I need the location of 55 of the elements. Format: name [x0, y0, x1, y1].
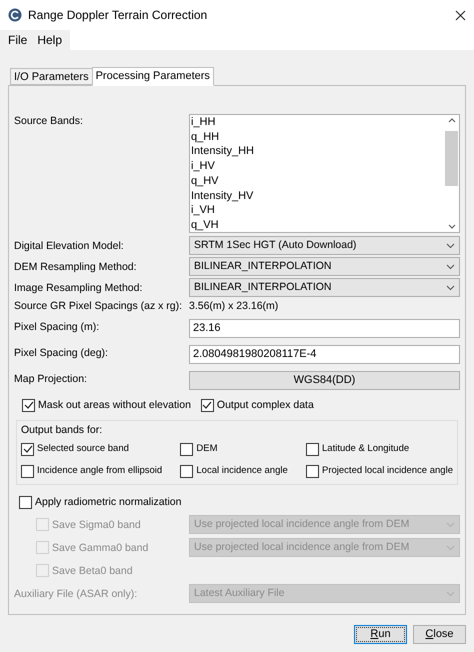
list-item[interactable]: i_HV — [191, 159, 444, 174]
checkbox[interactable]: Latitude & Longitude — [306, 442, 453, 456]
checkmark-icon — [22, 445, 32, 453]
field-label: Image Resampling Method: — [14, 280, 144, 294]
field-label: Pixel Spacing (m): — [14, 320, 100, 334]
list-item[interactable]: Intensity_HH — [191, 144, 444, 160]
menu-item[interactable]: File — [3, 31, 32, 49]
chevron-down-icon — [446, 284, 455, 290]
checkbox[interactable]: DEM — [180, 442, 288, 456]
window-title: Range Doppler Terrain Correction — [28, 7, 208, 24]
scroll-down-icon[interactable] — [448, 224, 456, 229]
checkbox[interactable]: Incidence angle from ellipsoid — [21, 464, 162, 478]
chevron-down-icon — [446, 544, 455, 550]
chevron-down-icon — [446, 522, 455, 528]
menu-item[interactable]: Help — [32, 31, 68, 49]
tab[interactable]: I/O Parameters — [10, 68, 93, 85]
checkbox[interactable]: Projected local incidence angle — [306, 464, 453, 478]
projection-button[interactable]: WGS84(DD) — [189, 370, 460, 390]
close-icon[interactable] — [455, 10, 466, 20]
list-item[interactable]: i_VH — [191, 203, 444, 218]
list-item[interactable]: q_HV — [191, 174, 444, 189]
dropdown[interactable]: SRTM 1Sec HGT (Auto Download) — [189, 236, 460, 255]
scroll-up-icon[interactable] — [448, 118, 456, 123]
app-icon — [8, 8, 22, 22]
source-bands-list[interactable]: i_HH q_HH Intensity_HH i_HV q_HV Intensity_HV i_VH q_VH — [189, 114, 460, 233]
checkbox[interactable]: Apply radiometric normalization — [19, 495, 460, 509]
group-title: Output bands for: — [21, 423, 104, 437]
chevron-down-icon — [446, 264, 455, 270]
dropdown[interactable]: BILINEAR_INTERPOLATION — [189, 257, 460, 276]
checkmark-icon — [202, 401, 212, 409]
dropdown[interactable]: BILINEAR_INTERPOLATION — [189, 278, 460, 297]
field-label: Map Projection: — [14, 372, 88, 386]
list-item[interactable]: q_HH — [191, 130, 444, 144]
input-field[interactable]: 2.0804981980208117E-4 — [189, 344, 460, 364]
checkbox[interactable]: Output complex data — [200, 398, 314, 412]
checkbox[interactable]: Local incidence angle — [180, 464, 288, 478]
field-label: DEM Resampling Method: — [14, 260, 138, 274]
field-label: Source Bands: — [14, 114, 84, 128]
field-label: Digital Elevation Model: — [14, 238, 125, 252]
checkbox[interactable]: Mask out areas without elevation — [22, 398, 191, 412]
input-field[interactable]: 23.16 — [189, 318, 460, 338]
spacing-value: 3.56(m) x 23.16(m) — [189, 299, 280, 313]
field-label: Auxiliary File (ASAR only): — [14, 586, 138, 600]
checkbox[interactable]: Selected source band — [21, 442, 162, 456]
dialog-button[interactable]: Close — [413, 625, 466, 644]
checkmark-icon — [24, 401, 34, 409]
tab[interactable]: Processing Parameters — [92, 67, 214, 86]
list-item[interactable]: q_VH — [191, 218, 444, 233]
list-item[interactable]: Intensity_HV — [191, 188, 444, 204]
chevron-down-icon — [446, 590, 455, 596]
field-label: Source GR Pixel Spacings (az x rg): — [14, 299, 184, 313]
chevron-down-icon — [446, 242, 455, 248]
list-item[interactable]: i_HH — [191, 115, 444, 130]
dialog-button[interactable]: Run — [354, 625, 407, 644]
field-label: Pixel Spacing (deg): — [14, 346, 109, 360]
